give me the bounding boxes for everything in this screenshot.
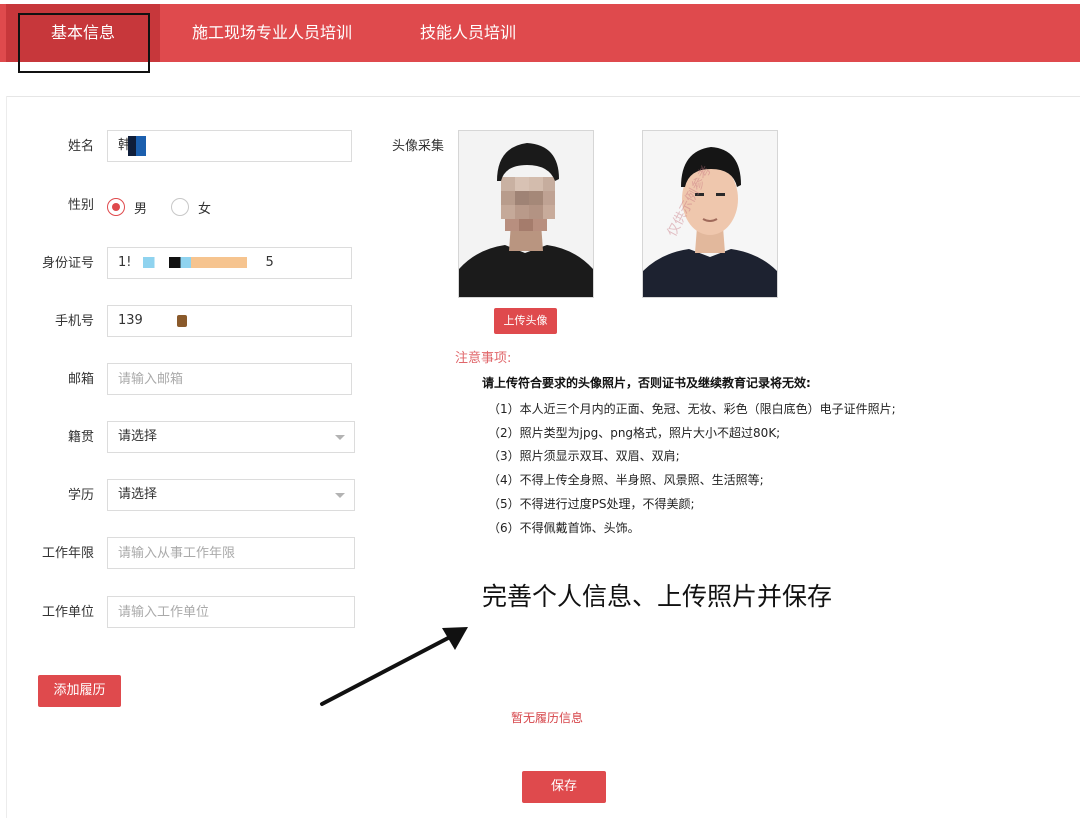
pixelated-face-icon (501, 177, 555, 231)
tab-skills-training[interactable]: 技能人员培训 (420, 4, 516, 62)
id-card-label: 身份证号 (41, 256, 94, 271)
save-button[interactable]: 保存 (522, 771, 606, 803)
native-place-label: 籍贯 (67, 430, 94, 445)
radio-unchecked-icon (171, 198, 189, 216)
notes-list: （1）本人近三个月内的正面、免冠、无妆、彩色（限白底色）电子证件照片; （2）照… (488, 398, 896, 540)
redaction-mask (128, 135, 147, 156)
id-card-value-end: 5 (265, 255, 274, 270)
notes-item: （6）不得佩戴首饰、头饰。 (488, 520, 640, 535)
email-label: 邮箱 (67, 372, 94, 387)
annotation-text: 完善个人信息、上传照片并保存 (482, 582, 833, 611)
photo-label: 头像采集 (391, 139, 444, 154)
notes-item: （3）照片须显示双耳、双眉、双肩; (488, 449, 680, 464)
gender-male-label: 男 (134, 201, 148, 217)
notes-item: （4）不得上传全身照、半身照、风景照、生活照等; (488, 473, 764, 488)
native-place-select[interactable]: 请选择 (107, 421, 355, 453)
education-value: 请选择 (118, 487, 158, 502)
tab-site-professional-training[interactable]: 施工现场专业人员培训 (192, 4, 352, 62)
work-years-input[interactable] (107, 537, 355, 569)
name-field[interactable]: 韩 (107, 130, 352, 162)
id-card-value-start: 1! (118, 255, 132, 270)
employer-label: 工作单位 (41, 605, 94, 620)
notes-item: （5）不得进行过度PS处理，不得美颜; (488, 496, 695, 511)
phone-field[interactable]: 139 (107, 305, 352, 337)
tab-basic-info[interactable]: 基本信息 (6, 4, 160, 62)
sample-avatar-image (643, 131, 777, 297)
top-tab-bar: 基本信息 施工现场专业人员培训 技能人员培训 (0, 4, 1080, 62)
notes-item: （1）本人近三个月内的正面、免冠、无妆、彩色（限白底色）电子证件照片; (488, 402, 896, 416)
gender-male-radio[interactable]: 男 (107, 197, 147, 217)
chevron-down-icon (335, 435, 345, 440)
gender-female-label: 女 (198, 201, 212, 217)
native-place-value: 请选择 (118, 429, 158, 444)
radio-checked-icon (107, 198, 125, 216)
education-label: 学历 (67, 488, 94, 503)
sample-photo: 仅供示例参考 (642, 130, 778, 298)
email-input[interactable] (107, 363, 352, 395)
notes-title: 注意事项: (455, 351, 512, 366)
content-top-border (6, 96, 1080, 97)
annotation-arrow-icon (320, 627, 468, 706)
redaction-mask (143, 257, 248, 268)
name-label: 姓名 (67, 139, 94, 154)
phone-label: 手机号 (54, 314, 94, 329)
redaction-mask (176, 314, 187, 327)
notes-lead: 请上传符合要求的头像照片，否则证书及继续教育记录将无效: (482, 376, 811, 390)
gender-female-radio[interactable]: 女 (171, 197, 211, 217)
gender-label: 性别 (67, 198, 94, 213)
education-select[interactable]: 请选择 (107, 479, 355, 511)
no-resume-text: 暂无履历信息 (511, 711, 584, 725)
upload-avatar-button[interactable]: 上传头像 (494, 308, 557, 334)
avatar-photo-image (459, 131, 593, 297)
add-resume-button[interactable]: 添加履历 (38, 675, 121, 707)
phone-value: 139 (118, 313, 143, 328)
work-years-label: 工作年限 (41, 546, 94, 561)
chevron-down-icon (335, 493, 345, 498)
notes-item: （2）照片类型为jpg、png格式，照片大小不超过80K; (488, 425, 781, 440)
id-card-field[interactable]: 1! 5 (107, 247, 352, 279)
uploaded-photo (458, 130, 594, 298)
